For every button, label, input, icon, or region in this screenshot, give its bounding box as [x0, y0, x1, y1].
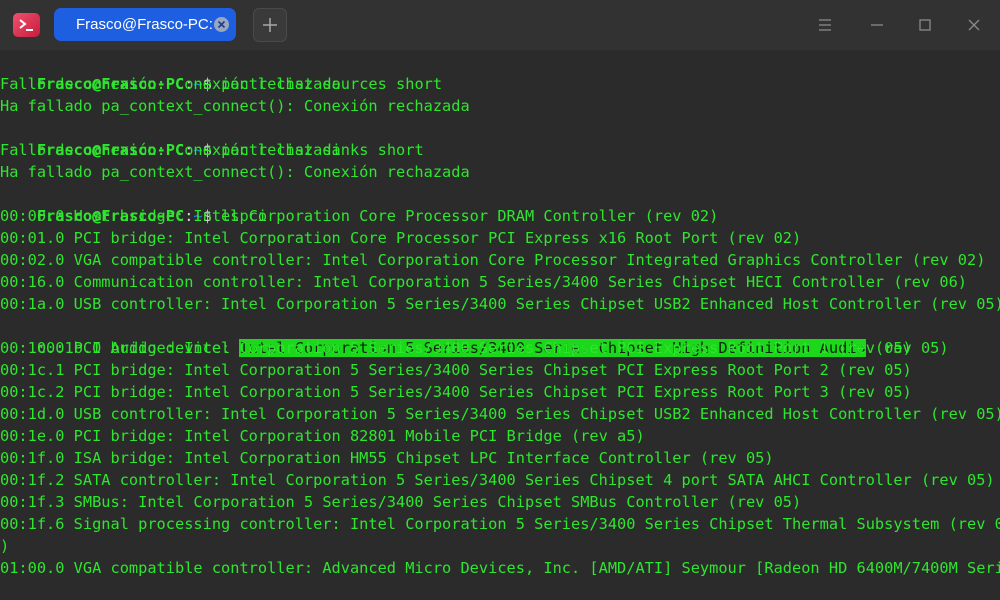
output-line: 00:1c.1 PCI bridge: Intel Corporation 5 … — [0, 361, 912, 379]
output-line: 01:00.0 VGA compatible controller: Advan… — [0, 559, 1000, 577]
output-line: 00:1f.3 SMBus: Intel Corporation 5 Serie… — [0, 493, 802, 511]
output-line: 00:00.0 Host bridge: Intel Corporation C… — [0, 207, 719, 225]
output-line: 00:1f.2 SATA controller: Intel Corporati… — [0, 471, 995, 489]
output-line: Ha fallado pa_context_connect(): Conexió… — [0, 163, 470, 181]
maximize-icon[interactable] — [912, 12, 938, 38]
output-line: 00:1e.0 PCI bridge: Intel Corporation 82… — [0, 427, 645, 445]
prompt-line: Frasco@Frasco-PC:~$ pactl list sinks sho… — [0, 117, 424, 159]
terminal-icon[interactable] — [13, 13, 40, 37]
output-line: 00:1b.0 Audio device: Intel Corporation … — [0, 315, 949, 357]
close-icon[interactable] — [961, 12, 987, 38]
output-line: 00:1c.2 PCI bridge: Intel Corporation 5 … — [0, 383, 912, 401]
minimize-icon[interactable] — [864, 12, 890, 38]
close-icon[interactable] — [214, 17, 229, 32]
tab-title: Frasco@Frasco-PC: ~ — [76, 16, 226, 33]
tab-terminal[interactable]: Frasco@Frasco-PC: ~ — [54, 8, 236, 41]
output-line: Fallo de conexión: Conexión rechazada — [0, 75, 341, 93]
output-line: 00:1c.0 PCI bridge: Intel Corporation 5 … — [0, 339, 912, 357]
output-line: 00:1d.0 USB controller: Intel Corporatio… — [0, 405, 1000, 423]
new-tab-button[interactable] — [253, 8, 287, 42]
prompt-line: Frasco@Frasco-PC:~$ lspci — [0, 183, 267, 225]
output-line: 00:1a.0 USB controller: Intel Corporatio… — [0, 295, 1000, 313]
output-line: 00:16.0 Communication controller: Intel … — [0, 273, 967, 291]
output-line: Ha fallado pa_context_connect(): Conexió… — [0, 97, 470, 115]
plus-icon — [263, 18, 277, 32]
output-line: Fallo de conexión: Conexión rechazada — [0, 141, 341, 159]
prompt-line: Frasco@Frasco-PC:~$ pactl list sources s… — [0, 51, 442, 93]
hamburger-menu-icon[interactable] — [812, 12, 838, 38]
output-line: 00:01.0 PCI bridge: Intel Corporation Co… — [0, 229, 802, 247]
output-line: 00:1f.6 Signal processing controller: In… — [0, 515, 1000, 533]
output-line: 00:1f.0 ISA bridge: Intel Corporation HM… — [0, 449, 774, 467]
output-line: 00:02.0 VGA compatible controller: Intel… — [0, 251, 986, 269]
terminal-output[interactable]: Frasco@Frasco-PC:~$ pactl list sources s… — [0, 51, 1000, 600]
output-line: ) — [0, 537, 10, 555]
title-bar: Frasco@Frasco-PC: ~ — [0, 0, 1000, 50]
